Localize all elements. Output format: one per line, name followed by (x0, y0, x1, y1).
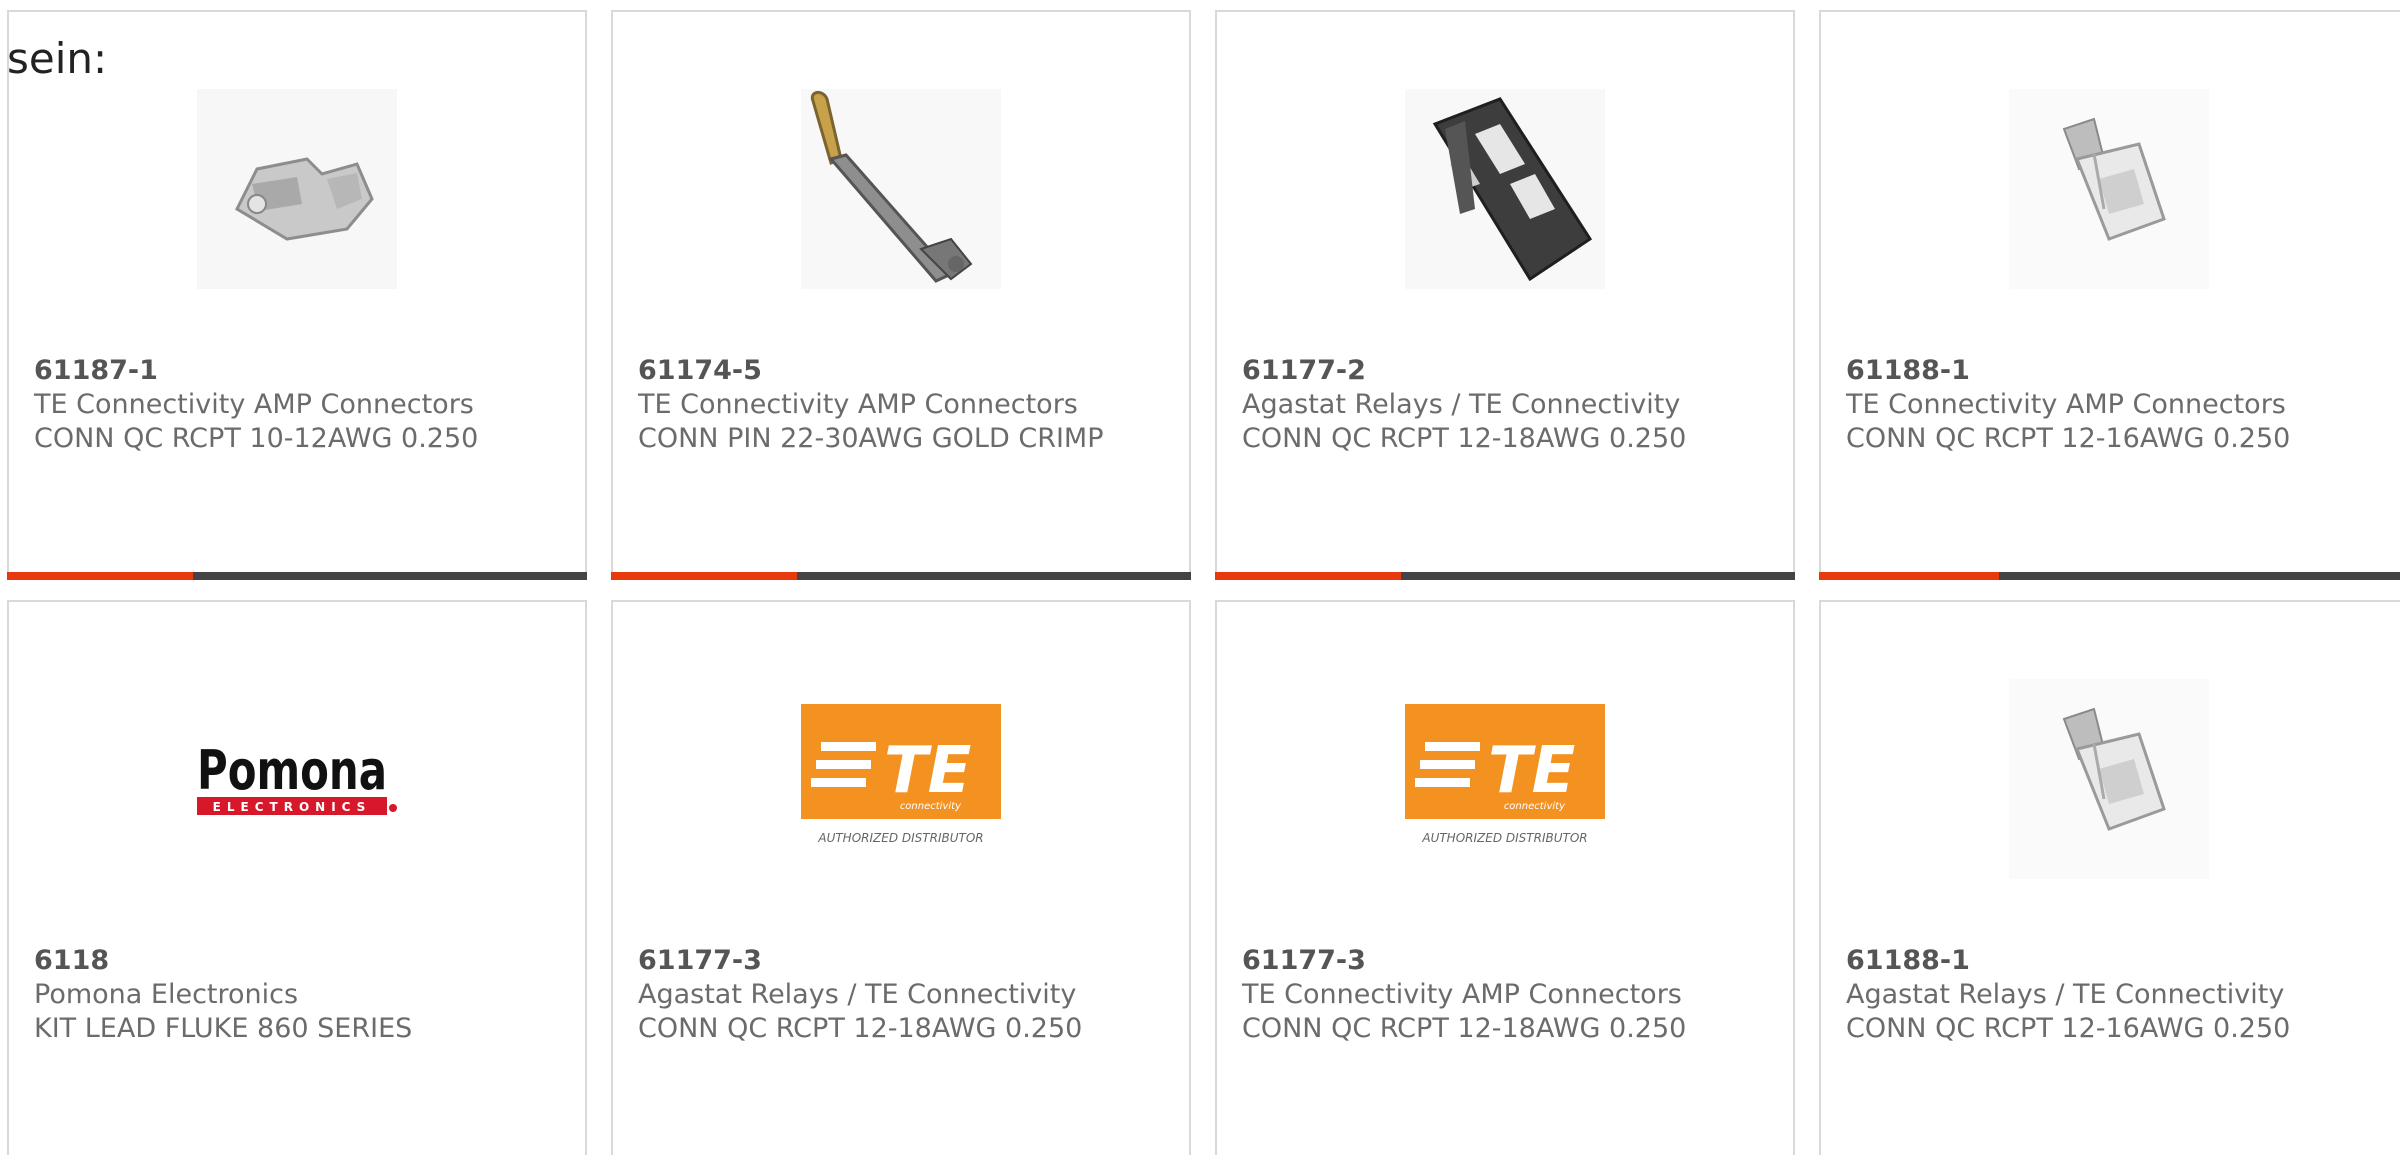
dark-receptacle-icon (1217, 84, 1793, 294)
manufacturer: TE Connectivity AMP Connectors (34, 389, 474, 420)
description: CONN QC RCPT 10-12AWG 0.250 (34, 423, 479, 454)
part-number[interactable]: 61187-1 (34, 354, 560, 388)
product-card[interactable]: 61188-1 TE Connectivity AMP Connectors C… (1819, 10, 2400, 580)
description: CONN PIN 22-30AWG GOLD CRIMP (638, 423, 1104, 454)
manufacturer: Pomona Electronics (34, 979, 299, 1010)
card-accent-bar (1819, 572, 2400, 580)
description: CONN QC RCPT 12-16AWG 0.250 (1846, 423, 2291, 454)
intro-text: sein: (7, 34, 108, 83)
te-logo-sub: connectivity (1504, 801, 1566, 812)
description: CONN QC RCPT 12-18AWG 0.250 (1242, 423, 1687, 454)
part-number[interactable]: 61177-2 (1242, 354, 1768, 388)
card-accent-bar (1215, 572, 1795, 580)
manufacturer: TE Connectivity AMP Connectors (1846, 389, 2286, 420)
receptacle-terminal-icon (9, 84, 585, 294)
manufacturer: TE Connectivity AMP Connectors (638, 389, 1078, 420)
description: KIT LEAD FLUKE 860 SERIES (34, 1013, 413, 1044)
description: CONN QC RCPT 12-18AWG 0.250 (1242, 1013, 1687, 1044)
product-card[interactable]: 61188-1 Agastat Relays / TE Connectivity… (1819, 600, 2400, 1155)
te-logo: TE connectivity AUTHORIZED DISTRIBUTOR (1217, 674, 1793, 884)
product-card[interactable]: 61187-1 TE Connectivity AMP Connectors C… (7, 10, 587, 580)
product-card[interactable]: TE connectivity AUTHORIZED DISTRIBUTOR 6… (1215, 600, 1795, 1155)
manufacturer: TE Connectivity AMP Connectors (1242, 979, 1682, 1010)
part-number[interactable]: 61174-5 (638, 354, 1164, 388)
part-number[interactable]: 61177-3 (1242, 944, 1768, 978)
product-card[interactable]: 61174-5 TE Connectivity AMP Connectors C… (611, 10, 1191, 580)
manufacturer: Agastat Relays / TE Connectivity (638, 979, 1077, 1010)
product-card[interactable]: Pomona ELECTRONICS 6118 Pomona Electroni… (7, 600, 587, 1155)
product-card[interactable]: TE connectivity AUTHORIZED DISTRIBUTOR 6… (611, 600, 1191, 1155)
te-logo-caption: AUTHORIZED DISTRIBUTOR (1421, 831, 1587, 845)
manufacturer: Agastat Relays / TE Connectivity (1846, 979, 2285, 1010)
te-logo-text: TE (884, 734, 971, 808)
description: CONN QC RCPT 12-16AWG 0.250 (1846, 1013, 2291, 1044)
part-number[interactable]: 6118 (34, 944, 560, 978)
product-grid-page: sein: 61187-1 TE Connectivity AMP Connec… (0, 0, 2400, 1155)
insulated-receptacle-icon (1821, 84, 2397, 294)
te-logo-sub: connectivity (900, 801, 962, 812)
part-number[interactable]: 61188-1 (1846, 354, 2392, 388)
pomona-logo-sub: ELECTRONICS (213, 800, 372, 814)
te-logo: TE connectivity AUTHORIZED DISTRIBUTOR (613, 674, 1189, 884)
description: CONN QC RCPT 12-18AWG 0.250 (638, 1013, 1083, 1044)
card-accent-bar (611, 572, 1191, 580)
part-number[interactable]: 61177-3 (638, 944, 1164, 978)
card-accent-bar (7, 572, 587, 580)
te-logo-caption: AUTHORIZED DISTRIBUTOR (817, 831, 983, 845)
part-number[interactable]: 61188-1 (1846, 944, 2392, 978)
insulated-receptacle-icon (1821, 674, 2397, 884)
product-card[interactable]: 61177-2 Agastat Relays / TE Connectivity… (1215, 10, 1795, 580)
crimp-pin-icon (613, 84, 1189, 294)
pomona-logo-text: Pomona (197, 739, 387, 802)
te-logo-text: TE (1488, 734, 1575, 808)
pomona-logo: Pomona ELECTRONICS (9, 674, 585, 884)
manufacturer: Agastat Relays / TE Connectivity (1242, 389, 1681, 420)
